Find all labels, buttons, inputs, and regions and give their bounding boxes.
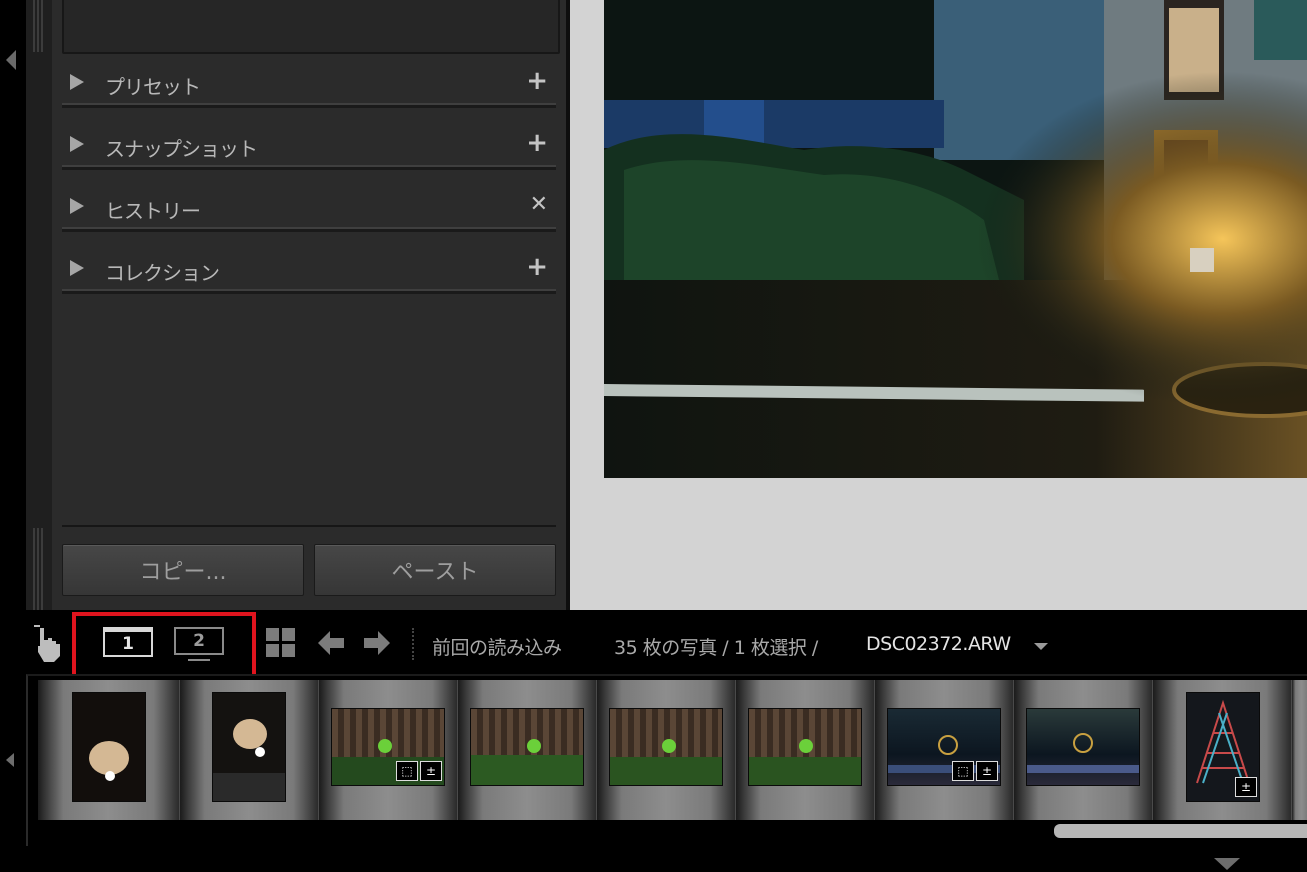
previous-arrow-icon[interactable] — [316, 628, 346, 658]
add-collection-icon[interactable]: + — [526, 253, 548, 281]
photo-thumbnail[interactable] — [72, 692, 146, 802]
chevron-down-icon[interactable] — [1034, 643, 1048, 650]
left-panel-toggle-icon[interactable] — [6, 50, 16, 70]
filmstrip-cell[interactable] — [38, 680, 180, 820]
expand-arrow-icon[interactable] — [70, 198, 84, 214]
section-divider — [62, 165, 556, 170]
photo-thumbnail[interactable]: ± — [1186, 692, 1260, 802]
filmstrip-cell[interactable]: ⬚ ± — [319, 680, 458, 820]
expand-arrow-icon[interactable] — [70, 260, 84, 276]
copy-button[interactable]: コピー... — [62, 544, 304, 596]
filmstrip-cell[interactable] — [736, 680, 875, 820]
filmstrip-left-arrow-icon[interactable] — [6, 753, 14, 767]
photo-thumbnail[interactable] — [748, 708, 862, 786]
photo-count-text: 35 枚の写真 / 1 枚選択 / — [614, 637, 818, 659]
photo-thumbnail[interactable] — [609, 708, 723, 786]
section-snapshots[interactable]: スナップショット + — [62, 118, 556, 170]
photo-thumbnail[interactable] — [470, 708, 584, 786]
filename-label[interactable]: DSC02372.ARW — [866, 633, 1011, 655]
section-label: スナップショット — [105, 137, 258, 161]
filmstrip-scrollbar[interactable] — [1054, 824, 1307, 838]
paste-button[interactable]: ペースト — [314, 544, 556, 596]
filmstrip-cell[interactable] — [1014, 680, 1153, 820]
section-history[interactable]: ヒストリー ✕ — [62, 180, 556, 232]
section-presets[interactable]: プリセット + — [62, 56, 556, 108]
navigator-area — [62, 0, 560, 54]
monitor-buttons-highlight — [72, 612, 256, 678]
filmstrip-cell[interactable]: ± — [1153, 680, 1292, 820]
left-panel-edge — [26, 0, 52, 610]
section-collections[interactable]: コレクション + — [62, 242, 556, 294]
section-divider — [62, 227, 556, 232]
bottom-panel-toggle-icon[interactable] — [1214, 858, 1240, 870]
hand-cursor-icon[interactable] — [32, 624, 66, 664]
adjust-badge-icon: ± — [1235, 777, 1257, 797]
photo-viewer[interactable] — [570, 0, 1307, 610]
adjust-badge-icon: ± — [976, 761, 998, 781]
toolbar-separator — [412, 628, 414, 660]
panel-divider-line — [62, 525, 556, 527]
source-label[interactable]: 前回の読み込み — [432, 633, 562, 660]
filmstrip: ⬚ ± ⬚ ± ± — [26, 674, 1307, 846]
panel-grip[interactable] — [33, 0, 43, 52]
section-label: コレクション — [105, 261, 220, 285]
expand-arrow-icon[interactable] — [70, 136, 84, 152]
photo-thumbnail[interactable]: ⬚ ± — [887, 708, 1001, 786]
filmstrip-cell[interactable]: ⬚ ± — [875, 680, 1014, 820]
photo-thumbnail[interactable] — [212, 692, 286, 802]
filmstrip-cell[interactable] — [458, 680, 597, 820]
left-panel: プリセット + スナップショット + ヒストリー ✕ コレクション + コピー.… — [52, 0, 566, 610]
edit-badges: ⬚ ± — [952, 761, 998, 783]
grid-view-icon[interactable] — [266, 628, 296, 658]
main-photo — [604, 0, 1307, 478]
crop-badge-icon: ⬚ — [952, 761, 974, 781]
section-label: プリセット — [105, 75, 201, 99]
panel-grip[interactable] — [33, 528, 43, 610]
filmstrip-cell[interactable] — [1292, 680, 1307, 820]
section-divider — [62, 289, 556, 294]
add-preset-icon[interactable]: + — [526, 67, 548, 95]
photo-thumbnail[interactable]: ⬚ ± — [331, 708, 445, 786]
edit-badges: ⬚ ± — [396, 761, 442, 783]
crop-badge-icon: ⬚ — [396, 761, 418, 781]
adjust-badge-icon: ± — [420, 761, 442, 781]
expand-arrow-icon[interactable] — [70, 74, 84, 90]
filmstrip-cell[interactable] — [597, 680, 736, 820]
next-arrow-icon[interactable] — [362, 628, 392, 658]
filmstrip-cell[interactable] — [180, 680, 319, 820]
section-label: ヒストリー — [105, 199, 201, 223]
clear-history-icon[interactable]: ✕ — [530, 191, 548, 219]
add-snapshot-icon[interactable]: + — [526, 129, 548, 157]
edit-badges: ± — [1235, 777, 1257, 799]
section-divider — [62, 103, 556, 108]
photo-thumbnail[interactable] — [1026, 708, 1140, 786]
